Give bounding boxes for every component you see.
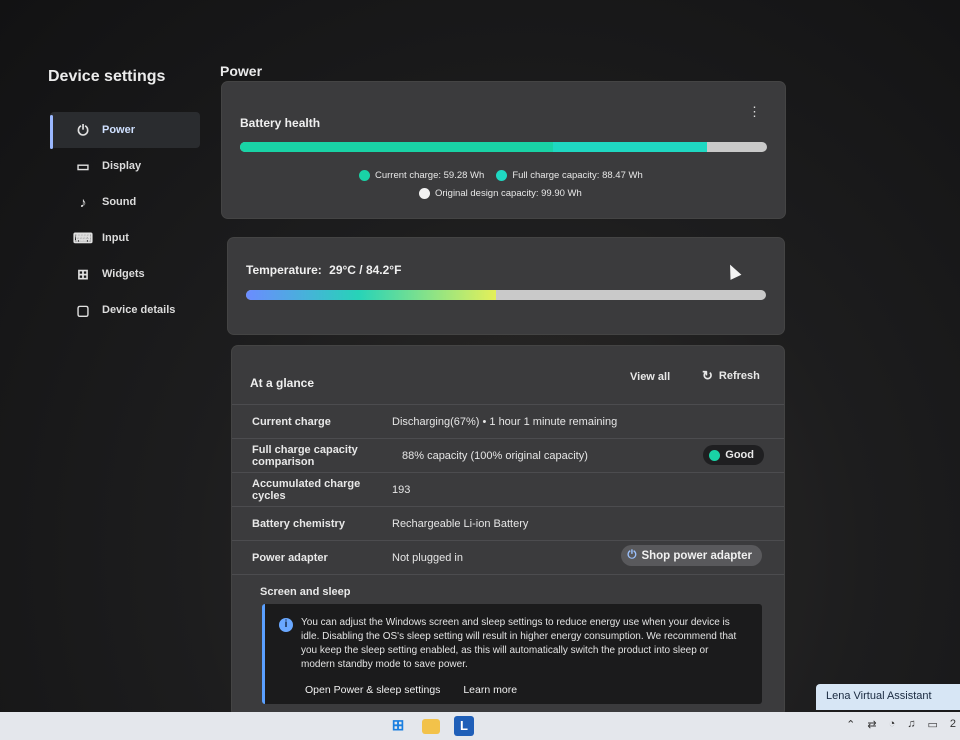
temperature-fill: [246, 290, 496, 300]
table-row: Current charge Discharging(67%) • 1 hour…: [232, 404, 784, 438]
status-badge-label: Good: [725, 449, 754, 461]
battery-legend-row-2: Original design capacity: 99.90 Wh: [419, 188, 582, 199]
file-explorer-icon[interactable]: [422, 719, 440, 734]
temperature-heading: Temperature: 29°C / 84.2°F: [246, 263, 401, 277]
taskbar-apps: ⊞ L: [388, 716, 474, 736]
row-label: Accumulated charge cycles: [252, 477, 361, 502]
view-all-link[interactable]: View all: [630, 371, 670, 383]
screen-sleep-title: Screen and sleep: [260, 585, 351, 598]
sidebar-item-sound[interactable]: ♪ Sound: [50, 184, 200, 220]
page-title: Power: [220, 63, 263, 79]
monitor-icon: ▭: [76, 157, 90, 174]
battery-icon[interactable]: ▭: [927, 718, 937, 731]
row-label: Full charge capacity comparison: [252, 443, 358, 468]
row-value: 193: [392, 483, 411, 496]
current-charge-fill: [240, 142, 553, 152]
chevron-up-icon[interactable]: ⌃: [846, 718, 855, 731]
sidebar-item-label: Display: [102, 160, 142, 172]
sidebar-item-label: Device details: [102, 304, 176, 316]
refresh-button[interactable]: ↻ Refresh: [702, 368, 760, 384]
screen-sleep-links: Open Power & sleep settings Learn more: [305, 684, 537, 696]
battery-legend-row-1: Current charge: 59.28 Wh Full charge cap…: [359, 170, 643, 181]
screen-sleep-header: Screen and sleep: [232, 574, 784, 608]
sidebar-item-widgets[interactable]: ⊞ Widgets: [50, 256, 200, 292]
system-tray: ⌃ ⇄ ◔ ♫ ▭ 2: [846, 718, 956, 731]
full-capacity-dot: [496, 170, 508, 181]
sidebar-item-input[interactable]: ⌨ Input: [50, 220, 200, 256]
shop-power-adapter-button[interactable]: ⏻ Shop power adapter: [621, 545, 762, 566]
temperature-card: Temperature: 29°C / 84.2°F: [228, 238, 784, 334]
sidebar-item-display[interactable]: ▭ Display: [50, 148, 200, 184]
sidebar-item-label: Sound: [102, 196, 137, 208]
row-value: Not plugged in: [392, 551, 463, 564]
temperature-value: 29°C / 84.2°F: [329, 263, 402, 277]
sidebar-item-device-details[interactable]: ▢ Device details: [50, 292, 200, 328]
lenovo-l-icon[interactable]: L: [454, 716, 474, 736]
temperature-bar: [246, 290, 766, 300]
table-row: Accumulated charge cycles 193: [232, 472, 784, 506]
more-options-icon[interactable]: ⋮: [748, 104, 761, 120]
clock-fragment[interactable]: 2: [950, 718, 956, 731]
music-note-icon: ♪: [79, 194, 87, 210]
row-value: Discharging(67%) • 1 hour 1 minute remai…: [392, 415, 618, 428]
sidebar-item-label: Widgets: [102, 268, 145, 280]
table-row: Power adapter Not plugged in ⏻ Shop powe…: [232, 540, 784, 574]
sidebar-item-label: Power: [102, 124, 136, 136]
glance-title: At a glance: [250, 376, 315, 390]
screen-sleep-info-box: i You can adjust the Windows screen and …: [262, 604, 762, 704]
battery-capacity-bar: [240, 142, 767, 152]
table-row: Battery chemistry Rechargeable Li-ion Ba…: [232, 506, 784, 540]
open-power-sleep-settings-link[interactable]: Open Power & sleep settings: [305, 684, 440, 696]
windows-start-icon[interactable]: ⊞: [388, 716, 408, 736]
row-value: Rechargeable Li-ion Battery: [392, 517, 529, 530]
row-label: Current charge: [252, 415, 331, 428]
refresh-label: Refresh: [718, 370, 760, 382]
at-a-glance-card: At a glance View all ↻ Refresh Current c…: [232, 346, 784, 716]
row-label: Battery chemistry: [252, 517, 345, 530]
app-title: Device settings: [48, 68, 166, 85]
info-icon: i: [279, 618, 293, 632]
laptop-icon: ▢: [76, 301, 90, 318]
power-plug-icon: ⏻: [627, 549, 637, 561]
battery-health-card: Battery health ⋮ Current charge: 59.28 W…: [222, 82, 785, 218]
widgets-icon: ⊞: [77, 265, 89, 282]
sidebar-nav: ⏻ Power ▭ Display ♪ Sound ⌨ Input ⊞ Widg…: [50, 112, 200, 328]
design-capacity-text: Original design capacity: 99.90 Wh: [435, 188, 582, 199]
wifi-icon[interactable]: ◔: [889, 718, 896, 731]
power-plug-icon: ⏻: [77, 121, 89, 138]
volume-icon[interactable]: ♫: [907, 718, 915, 731]
design-capacity-dot: [419, 188, 430, 199]
sidebar-item-power[interactable]: ⏻ Power: [50, 112, 200, 149]
shop-power-adapter-label: Shop power adapter: [641, 549, 752, 562]
current-charge-text: Current charge: 59.28 Wh: [375, 170, 485, 181]
status-badge: Good: [703, 445, 764, 465]
row-value: 88% capacity (100% original capacity): [402, 449, 588, 462]
battery-health-title: Battery health: [240, 116, 321, 130]
good-status-dot: [709, 449, 721, 461]
network-icon[interactable]: ⇄: [867, 718, 876, 731]
taskbar: ⊞ L ⌃ ⇄ ◔ ♫ ▭ 2: [0, 712, 960, 740]
screen-sleep-info-text: You can adjust the Windows screen and sl…: [301, 617, 737, 670]
keyboard-icon: ⌨: [72, 229, 94, 246]
current-charge-dot: [359, 170, 370, 181]
full-capacity-text: Full charge capacity: 88.47 Wh: [512, 170, 643, 181]
temperature-label: Temperature:: [246, 263, 322, 277]
sidebar-item-label: Input: [102, 232, 129, 244]
learn-more-link[interactable]: Learn more: [463, 684, 517, 696]
refresh-icon: ↻: [702, 368, 713, 383]
row-label: Power adapter: [252, 551, 328, 564]
virtual-assistant-button[interactable]: Lena Virtual Assistant: [816, 684, 960, 710]
table-row: Full charge capacity comparison 88% capa…: [232, 438, 784, 472]
